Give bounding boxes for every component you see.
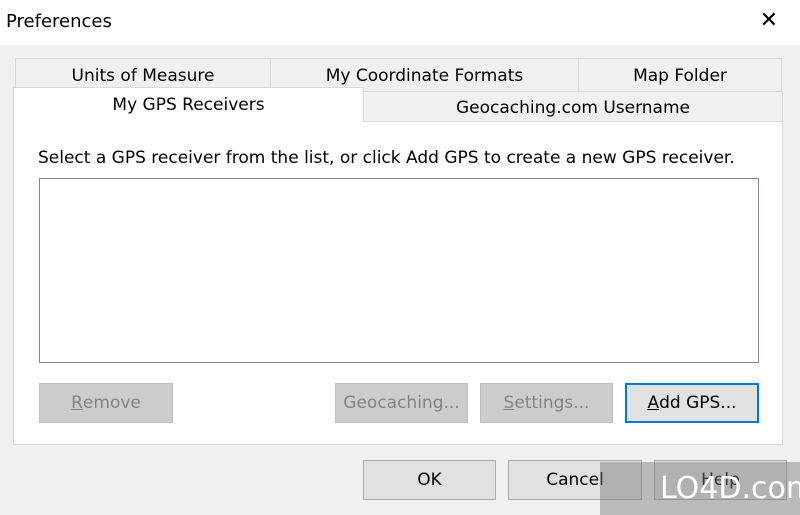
settings-mnemonic: S: [503, 393, 515, 413]
window-title: Preferences: [6, 11, 112, 32]
close-icon[interactable]: ✕: [760, 8, 778, 33]
gps-receiver-list[interactable]: [39, 178, 759, 363]
remove-label: emove: [82, 393, 141, 413]
instruction-text: Select a GPS receiver from the list, or …: [38, 148, 735, 168]
tab-geocaching-username[interactable]: Geocaching.com Username: [363, 91, 783, 122]
add-gps-mnemonic: A: [647, 393, 660, 413]
tab-my-gps-receivers[interactable]: My GPS Receivers: [13, 87, 364, 122]
remove-mnemonic: R: [71, 393, 83, 413]
add-gps-button[interactable]: Add GPS...: [625, 383, 759, 423]
ok-button[interactable]: OK: [363, 460, 496, 500]
settings-button[interactable]: Settings...: [480, 383, 613, 423]
watermark-text: LO4D.com: [660, 471, 800, 506]
watermark-logo: LO4D.com: [600, 462, 800, 515]
add-gps-label: dd GPS...: [659, 393, 737, 413]
geocaching-button[interactable]: Geocaching...: [335, 383, 468, 423]
settings-label: ettings...: [514, 393, 590, 413]
tab-map-folder[interactable]: Map Folder: [578, 58, 782, 92]
remove-button[interactable]: Remove: [39, 383, 173, 423]
geocaching-label: Geocaching...: [343, 393, 460, 413]
title-bar: Preferences ✕: [0, 0, 800, 45]
